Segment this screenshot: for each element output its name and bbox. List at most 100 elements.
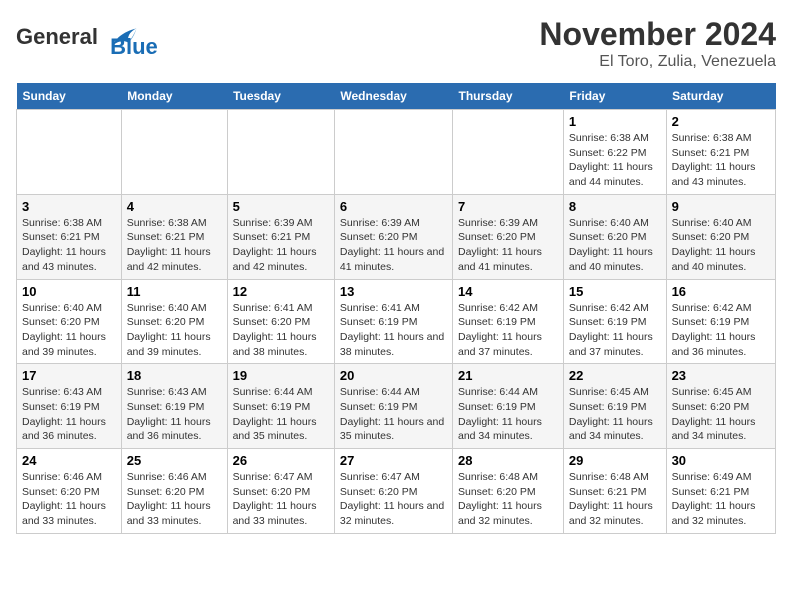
day-number: 1 bbox=[569, 114, 661, 129]
calendar-day: 7 Sunrise: 6:39 AM Sunset: 6:20 PM Daylig… bbox=[452, 194, 563, 279]
calendar-day: 9 Sunrise: 6:40 AM Sunset: 6:20 PM Daylig… bbox=[666, 194, 775, 279]
calendar-day: 4 Sunrise: 6:38 AM Sunset: 6:21 PM Daylig… bbox=[121, 194, 227, 279]
day-info: Sunrise: 6:40 AM Sunset: 6:20 PM Dayligh… bbox=[127, 301, 222, 360]
calendar-table: SundayMondayTuesdayWednesdayThursdayFrid… bbox=[16, 83, 776, 534]
calendar-week-2: 3 Sunrise: 6:38 AM Sunset: 6:21 PM Daylig… bbox=[17, 194, 776, 279]
day-info: Sunrise: 6:45 AM Sunset: 6:19 PM Dayligh… bbox=[569, 385, 661, 444]
calendar-day: 28 Sunrise: 6:48 AM Sunset: 6:20 PM Dayli… bbox=[452, 449, 563, 534]
day-info: Sunrise: 6:39 AM Sunset: 6:21 PM Dayligh… bbox=[233, 216, 329, 275]
page-title: November 2024 bbox=[539, 16, 776, 53]
day-number: 3 bbox=[22, 199, 116, 214]
day-number: 5 bbox=[233, 199, 329, 214]
logo: General Blue bbox=[16, 16, 158, 60]
day-info: Sunrise: 6:42 AM Sunset: 6:19 PM Dayligh… bbox=[458, 301, 558, 360]
calendar-day: 22 Sunrise: 6:45 AM Sunset: 6:19 PM Dayli… bbox=[563, 364, 666, 449]
calendar-day: 26 Sunrise: 6:47 AM Sunset: 6:20 PM Dayli… bbox=[227, 449, 334, 534]
day-info: Sunrise: 6:47 AM Sunset: 6:20 PM Dayligh… bbox=[340, 470, 447, 529]
day-info: Sunrise: 6:42 AM Sunset: 6:19 PM Dayligh… bbox=[672, 301, 770, 360]
header-sunday: Sunday bbox=[17, 83, 122, 110]
day-number: 14 bbox=[458, 284, 558, 299]
calendar-day: 14 Sunrise: 6:42 AM Sunset: 6:19 PM Dayli… bbox=[452, 279, 563, 364]
day-number: 16 bbox=[672, 284, 770, 299]
day-info: Sunrise: 6:48 AM Sunset: 6:20 PM Dayligh… bbox=[458, 470, 558, 529]
day-number: 30 bbox=[672, 453, 770, 468]
day-number: 7 bbox=[458, 199, 558, 214]
day-info: Sunrise: 6:38 AM Sunset: 6:22 PM Dayligh… bbox=[569, 131, 661, 190]
header-friday: Friday bbox=[563, 83, 666, 110]
day-number: 25 bbox=[127, 453, 222, 468]
header-monday: Monday bbox=[121, 83, 227, 110]
day-number: 9 bbox=[672, 199, 770, 214]
calendar-day: 25 Sunrise: 6:46 AM Sunset: 6:20 PM Dayli… bbox=[121, 449, 227, 534]
calendar-day: 19Sunrise: 6:44 AM Sunset: 6:19 PM Dayli… bbox=[227, 364, 334, 449]
calendar-header-row: SundayMondayTuesdayWednesdayThursdayFrid… bbox=[17, 83, 776, 110]
calendar-day bbox=[452, 110, 563, 195]
day-info: Sunrise: 6:43 AM Sunset: 6:19 PM Dayligh… bbox=[127, 385, 222, 444]
day-number: 23 bbox=[672, 368, 770, 383]
calendar-day: 18 Sunrise: 6:43 AM Sunset: 6:19 PM Dayli… bbox=[121, 364, 227, 449]
calendar-week-4: 17Sunrise: 6:43 AM Sunset: 6:19 PM Dayli… bbox=[17, 364, 776, 449]
day-info: Sunrise: 6:41 AM Sunset: 6:20 PM Dayligh… bbox=[233, 301, 329, 360]
day-info: Sunrise: 6:38 AM Sunset: 6:21 PM Dayligh… bbox=[127, 216, 222, 275]
day-number: 2 bbox=[672, 114, 770, 129]
day-info: Sunrise: 6:44 AM Sunset: 6:19 PM Dayligh… bbox=[233, 385, 329, 444]
calendar-day: 10Sunrise: 6:40 AM Sunset: 6:20 PM Dayli… bbox=[17, 279, 122, 364]
calendar-day bbox=[227, 110, 334, 195]
day-info: Sunrise: 6:48 AM Sunset: 6:21 PM Dayligh… bbox=[569, 470, 661, 529]
day-info: Sunrise: 6:39 AM Sunset: 6:20 PM Dayligh… bbox=[458, 216, 558, 275]
day-number: 20 bbox=[340, 368, 447, 383]
calendar-day: 27Sunrise: 6:47 AM Sunset: 6:20 PM Dayli… bbox=[334, 449, 452, 534]
day-info: Sunrise: 6:47 AM Sunset: 6:20 PM Dayligh… bbox=[233, 470, 329, 529]
calendar-day: 23Sunrise: 6:45 AM Sunset: 6:20 PM Dayli… bbox=[666, 364, 775, 449]
day-number: 21 bbox=[458, 368, 558, 383]
day-info: Sunrise: 6:46 AM Sunset: 6:20 PM Dayligh… bbox=[127, 470, 222, 529]
calendar-day: 20 Sunrise: 6:44 AM Sunset: 6:19 PM Dayli… bbox=[334, 364, 452, 449]
day-info: Sunrise: 6:40 AM Sunset: 6:20 PM Dayligh… bbox=[672, 216, 770, 275]
day-number: 18 bbox=[127, 368, 222, 383]
calendar-day: 3 Sunrise: 6:38 AM Sunset: 6:21 PM Daylig… bbox=[17, 194, 122, 279]
calendar-day: 29 Sunrise: 6:48 AM Sunset: 6:21 PM Dayli… bbox=[563, 449, 666, 534]
day-info: Sunrise: 6:46 AM Sunset: 6:20 PM Dayligh… bbox=[22, 470, 116, 529]
calendar-day: 2 Sunrise: 6:38 AM Sunset: 6:21 PM Daylig… bbox=[666, 110, 775, 195]
calendar-day: 24Sunrise: 6:46 AM Sunset: 6:20 PM Dayli… bbox=[17, 449, 122, 534]
calendar-day: 30Sunrise: 6:49 AM Sunset: 6:21 PM Dayli… bbox=[666, 449, 775, 534]
day-info: Sunrise: 6:40 AM Sunset: 6:20 PM Dayligh… bbox=[22, 301, 116, 360]
day-info: Sunrise: 6:44 AM Sunset: 6:19 PM Dayligh… bbox=[340, 385, 447, 444]
calendar-week-5: 24Sunrise: 6:46 AM Sunset: 6:20 PM Dayli… bbox=[17, 449, 776, 534]
day-info: Sunrise: 6:38 AM Sunset: 6:21 PM Dayligh… bbox=[672, 131, 770, 190]
calendar-day: 6Sunrise: 6:39 AM Sunset: 6:20 PM Daylig… bbox=[334, 194, 452, 279]
calendar-week-3: 10Sunrise: 6:40 AM Sunset: 6:20 PM Dayli… bbox=[17, 279, 776, 364]
calendar-week-1: 1 Sunrise: 6:38 AM Sunset: 6:22 PM Daylig… bbox=[17, 110, 776, 195]
calendar-day: 12 Sunrise: 6:41 AM Sunset: 6:20 PM Dayli… bbox=[227, 279, 334, 364]
calendar-day: 8Sunrise: 6:40 AM Sunset: 6:20 PM Daylig… bbox=[563, 194, 666, 279]
day-number: 28 bbox=[458, 453, 558, 468]
day-number: 22 bbox=[569, 368, 661, 383]
header-tuesday: Tuesday bbox=[227, 83, 334, 110]
day-info: Sunrise: 6:43 AM Sunset: 6:19 PM Dayligh… bbox=[22, 385, 116, 444]
page-header: General Blue November 2024 El Toro, Zuli… bbox=[16, 16, 776, 71]
header-wednesday: Wednesday bbox=[334, 83, 452, 110]
day-number: 26 bbox=[233, 453, 329, 468]
logo-text-blue: Blue bbox=[110, 34, 158, 60]
header-thursday: Thursday bbox=[452, 83, 563, 110]
day-info: Sunrise: 6:42 AM Sunset: 6:19 PM Dayligh… bbox=[569, 301, 661, 360]
day-number: 29 bbox=[569, 453, 661, 468]
calendar-day: 13Sunrise: 6:41 AM Sunset: 6:19 PM Dayli… bbox=[334, 279, 452, 364]
calendar-day: 11 Sunrise: 6:40 AM Sunset: 6:20 PM Dayli… bbox=[121, 279, 227, 364]
calendar-day: 15 Sunrise: 6:42 AM Sunset: 6:19 PM Dayli… bbox=[563, 279, 666, 364]
day-number: 4 bbox=[127, 199, 222, 214]
calendar-day bbox=[121, 110, 227, 195]
day-number: 11 bbox=[127, 284, 222, 299]
day-number: 12 bbox=[233, 284, 329, 299]
calendar-day: 21 Sunrise: 6:44 AM Sunset: 6:19 PM Dayli… bbox=[452, 364, 563, 449]
day-info: Sunrise: 6:40 AM Sunset: 6:20 PM Dayligh… bbox=[569, 216, 661, 275]
title-block: November 2024 El Toro, Zulia, Venezuela bbox=[539, 16, 776, 71]
day-info: Sunrise: 6:38 AM Sunset: 6:21 PM Dayligh… bbox=[22, 216, 116, 275]
day-info: Sunrise: 6:44 AM Sunset: 6:19 PM Dayligh… bbox=[458, 385, 558, 444]
calendar-day: 1 Sunrise: 6:38 AM Sunset: 6:22 PM Daylig… bbox=[563, 110, 666, 195]
calendar-day bbox=[334, 110, 452, 195]
day-number: 13 bbox=[340, 284, 447, 299]
day-number: 15 bbox=[569, 284, 661, 299]
page-subtitle: El Toro, Zulia, Venezuela bbox=[539, 53, 776, 71]
logo-text-general: General bbox=[16, 24, 98, 49]
